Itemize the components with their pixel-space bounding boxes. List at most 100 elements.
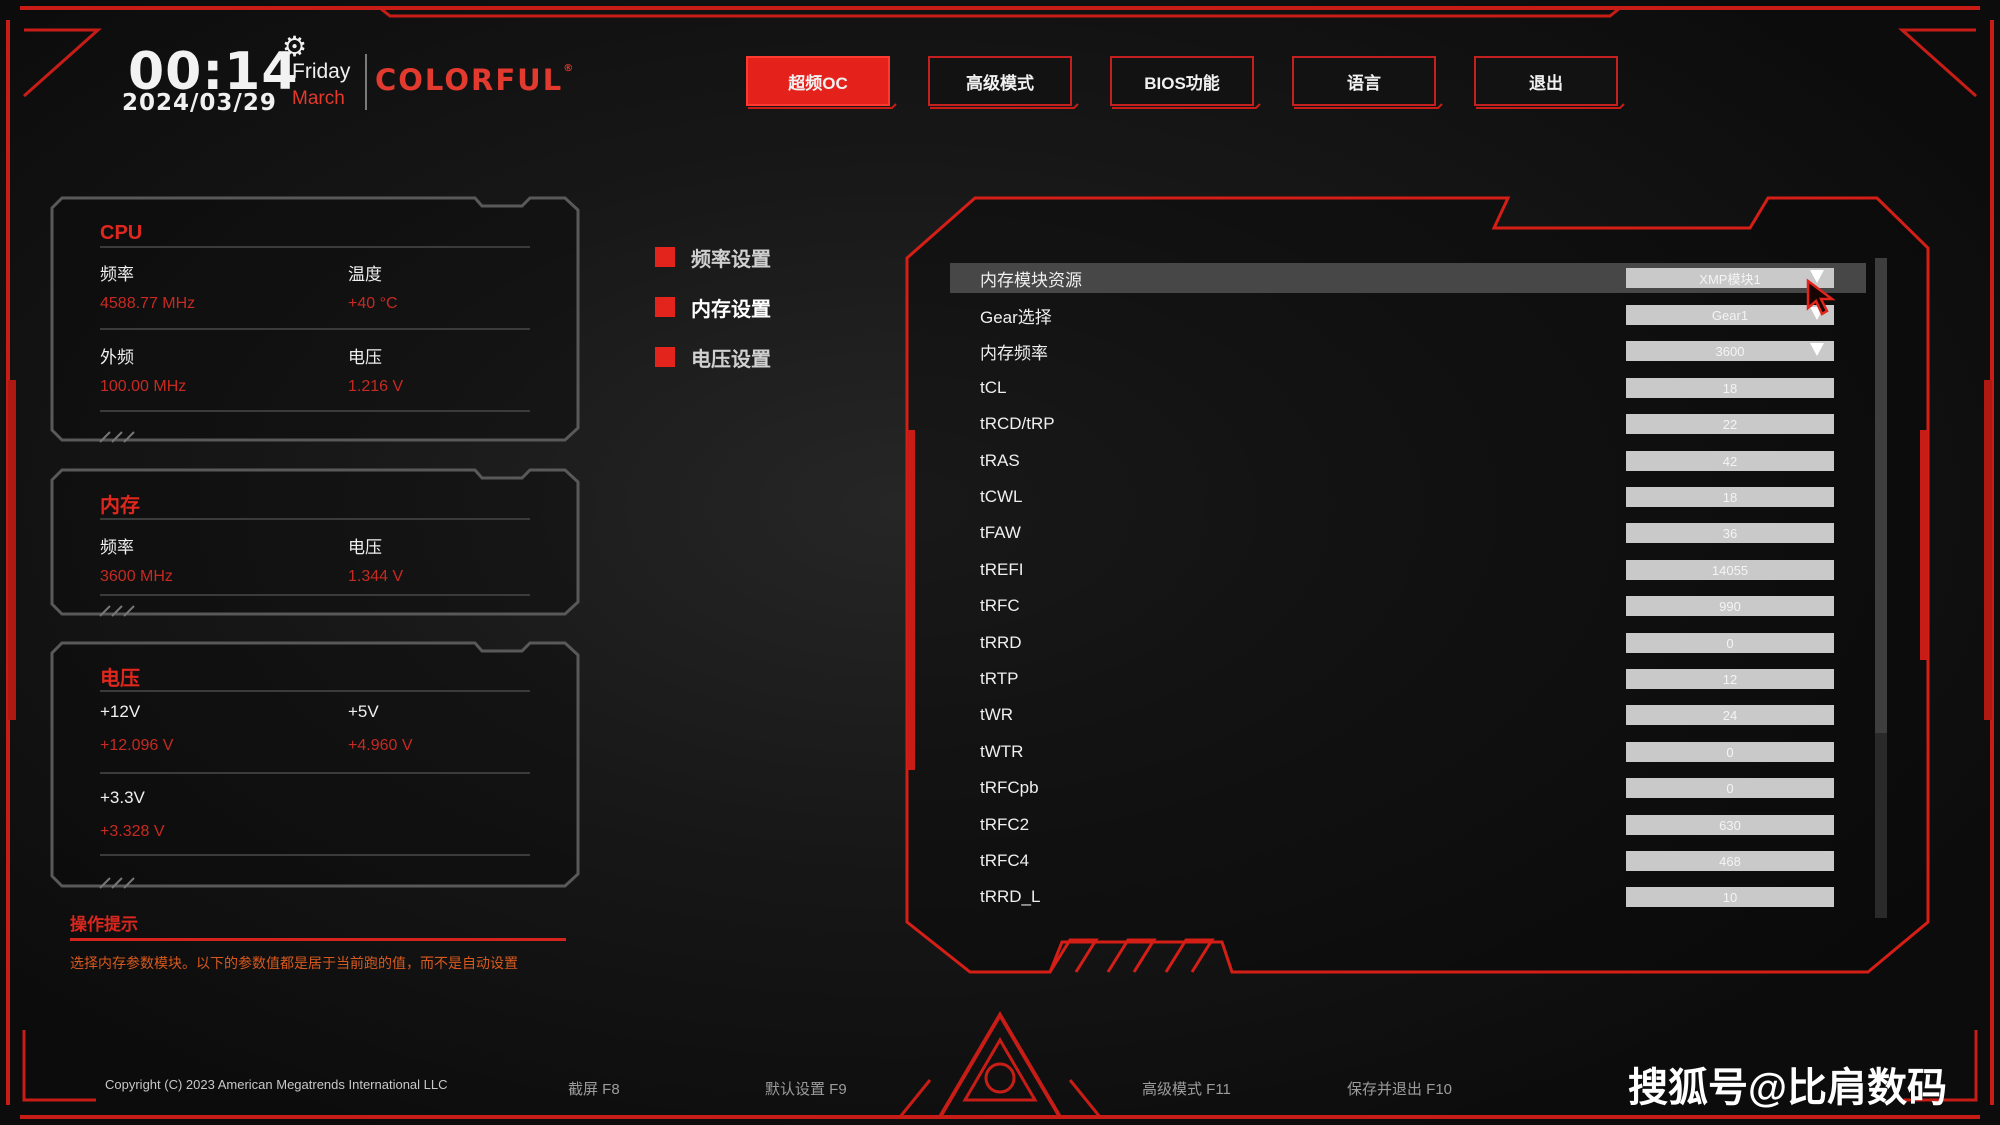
cpu-temp-label: 温度 <box>348 265 382 284</box>
memory-freq-label: 频率 <box>100 538 134 557</box>
menu-item-memory[interactable]: 内存设置 <box>655 292 771 322</box>
divider <box>100 518 530 520</box>
setting-input[interactable]: 630 <box>1626 815 1834 835</box>
setting-row-trfcpb[interactable]: tRFCpb 0 <box>950 773 1866 803</box>
cpu-bclk-label: 外频 <box>100 348 134 367</box>
cpu-volt-label: 电压 <box>348 348 382 367</box>
cpu-freq-label: 频率 <box>100 265 134 284</box>
v12-value: +12.096 V <box>100 737 174 754</box>
v5-label: +5V <box>348 702 379 721</box>
divider <box>100 328 530 330</box>
setting-name: tRFC2 <box>980 815 1030 834</box>
advanced-mode-hotkey[interactable]: 高级模式 F11 <box>1142 1078 1231 1099</box>
tab-bios-features[interactable]: BIOS功能 <box>1110 56 1254 106</box>
setting-name: tWTR <box>980 742 1024 761</box>
menu-item-voltage[interactable]: 电压设置 <box>655 342 771 372</box>
setting-input[interactable]: 990 <box>1626 596 1834 616</box>
weekday-label: Friday <box>292 60 351 83</box>
menu-item-label: 内存设置 <box>691 298 771 321</box>
setting-input[interactable]: 18 <box>1626 487 1834 507</box>
v33-label: +3.3V <box>100 788 145 807</box>
setting-dropdown[interactable]: XMP模块1 <box>1626 268 1834 288</box>
cpu-temp-value: +40 °C <box>348 295 398 312</box>
month-label: March <box>292 88 345 109</box>
mouse-cursor-icon <box>1806 278 1836 316</box>
setting-input[interactable]: 22 <box>1626 414 1834 434</box>
setting-row-trfc[interactable]: tRFC 990 <box>950 591 1866 621</box>
setting-input[interactable]: 14055 <box>1626 560 1834 580</box>
setting-input[interactable]: 42 <box>1626 451 1834 471</box>
setting-name: tRFC <box>980 596 1020 615</box>
setting-input[interactable]: 0 <box>1626 633 1834 653</box>
header-separator <box>365 54 367 110</box>
setting-name: tREFI <box>980 560 1024 579</box>
dropdown-arrow-icon <box>1810 343 1824 356</box>
setting-name: 内存频率 <box>980 343 1048 363</box>
v33-value: +3.328 V <box>100 823 165 840</box>
setting-name: Gear选择 <box>980 307 1052 327</box>
setting-input[interactable]: 18 <box>1626 378 1834 398</box>
setting-dropdown[interactable]: 3600 <box>1626 341 1834 361</box>
hint-divider <box>70 938 566 941</box>
setting-input[interactable]: 36 <box>1626 523 1834 543</box>
setting-row-tfaw[interactable]: tFAW 36 <box>950 518 1866 548</box>
setting-row-trcd-trp[interactable]: tRCD/tRP 22 <box>950 409 1866 439</box>
setting-name: tRRD <box>980 633 1022 652</box>
setting-name: tRCD/tRP <box>980 414 1055 433</box>
setting-row-twr[interactable]: tWR 24 <box>950 700 1866 730</box>
setting-name: tWR <box>980 705 1014 724</box>
tab-advanced-mode[interactable]: 高级模式 <box>928 56 1072 106</box>
hint-title: 操作提示 <box>70 915 138 934</box>
setting-row-gear[interactable]: Gear选择 Gear1 <box>950 300 1866 330</box>
screenshot-hotkey[interactable]: 截屏 F8 <box>568 1078 620 1099</box>
menu-item-frequency[interactable]: 频率设置 <box>655 242 771 272</box>
setting-row-memory-frequency[interactable]: 内存频率 3600 <box>950 336 1866 366</box>
setting-name: tCL <box>980 378 1007 397</box>
v12-label: +12V <box>100 702 141 721</box>
setting-dropdown[interactable]: Gear1 <box>1626 305 1834 325</box>
v5-value: +4.960 V <box>348 737 413 754</box>
setting-row-trefi[interactable]: tREFI 14055 <box>950 555 1866 585</box>
setting-input[interactable]: 10 <box>1626 887 1834 907</box>
setting-row-trrd[interactable]: tRRD 0 <box>950 628 1866 658</box>
setting-input[interactable]: 0 <box>1626 742 1834 762</box>
save-exit-hotkey[interactable]: 保存并退出 F10 <box>1347 1078 1452 1099</box>
setting-row-tcl[interactable]: tCL 18 <box>950 373 1866 403</box>
setting-row-trtp[interactable]: tRTP 12 <box>950 664 1866 694</box>
setting-input[interactable]: 0 <box>1626 778 1834 798</box>
setting-row-memory-profile[interactable]: 内存模块资源 XMP模块1 <box>950 263 1866 293</box>
divider <box>100 690 530 692</box>
gear-icon: ⚙ <box>282 31 308 62</box>
setting-row-tras[interactable]: tRAS 42 <box>950 446 1866 476</box>
cpu-bclk-value: 100.00 MHz <box>100 378 187 395</box>
setting-input[interactable]: 24 <box>1626 705 1834 725</box>
setting-row-twtr[interactable]: tWTR 0 <box>950 737 1866 767</box>
copyright-text: Copyright (C) 2023 American Megatrends I… <box>105 1077 448 1092</box>
brand-logo: COLORFUL® <box>375 63 576 97</box>
setting-name: tFAW <box>980 523 1021 542</box>
cpu-freq-value: 4588.77 MHz <box>100 295 196 312</box>
divider <box>100 854 530 856</box>
hint-text: 选择内存参数模块。以下的参数值都是居于当前跑的值，而不是自动设置 <box>70 955 518 971</box>
setting-row-tcwl[interactable]: tCWL 18 <box>950 482 1866 512</box>
setting-row-trrd-l[interactable]: tRRD_L 10 <box>950 882 1866 912</box>
cpu-panel-title: CPU <box>100 222 143 244</box>
tab-overclock[interactable]: 超频OC <box>746 56 890 106</box>
divider <box>100 246 530 248</box>
setting-name: tRFC4 <box>980 851 1030 870</box>
load-defaults-hotkey[interactable]: 默认设置 F9 <box>765 1078 847 1099</box>
tab-language[interactable]: 语言 <box>1292 56 1436 106</box>
setting-value: 3600 <box>1715 343 1745 359</box>
scrollbar-thumb[interactable] <box>1875 258 1887 733</box>
setting-row-trfc4[interactable]: tRFC4 468 <box>950 846 1866 876</box>
voltage-panel-title: 电压 <box>100 668 140 690</box>
setting-row-trfc2[interactable]: tRFC2 630 <box>950 810 1866 840</box>
clock-date: 2024/03/29 <box>122 90 277 116</box>
tab-exit[interactable]: 退出 <box>1474 56 1618 106</box>
setting-name: 内存模块资源 <box>980 270 1082 290</box>
setting-input[interactable]: 468 <box>1626 851 1834 871</box>
setting-input[interactable]: 12 <box>1626 669 1834 689</box>
memory-volt-label: 电压 <box>348 538 382 557</box>
divider <box>100 410 530 412</box>
setting-name: tCWL <box>980 487 1023 506</box>
